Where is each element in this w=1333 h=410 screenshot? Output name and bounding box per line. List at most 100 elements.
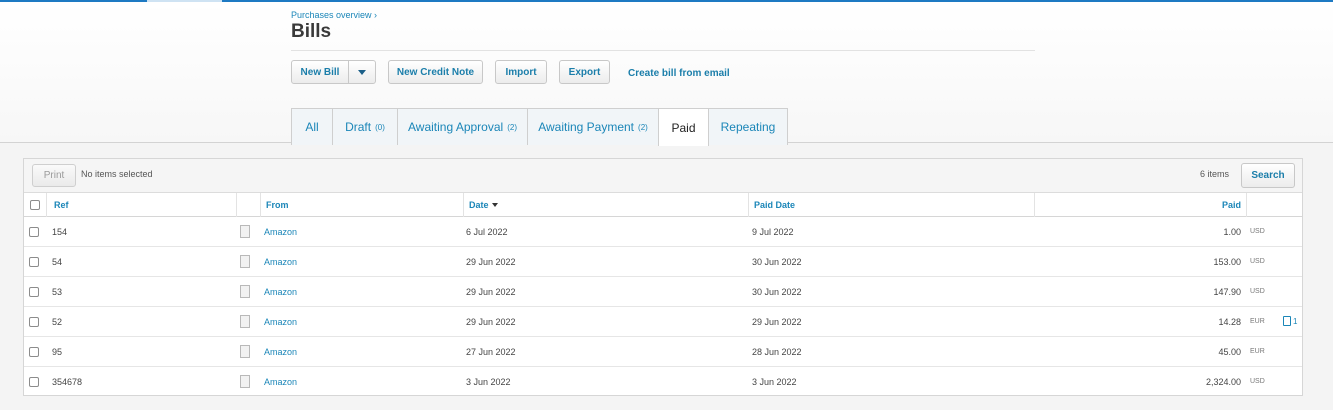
tab-count: (2) bbox=[638, 122, 648, 132]
document-icon bbox=[240, 375, 250, 388]
create-bill-from-email-link[interactable]: Create bill from email bbox=[628, 68, 730, 79]
row-from-link[interactable]: Amazon bbox=[264, 337, 297, 366]
column-header-from[interactable]: From bbox=[266, 193, 289, 217]
tab-awaiting-approval[interactable]: Awaiting Approval (2) bbox=[397, 108, 528, 145]
breadcrumb-purchases-overview[interactable]: Purchases overview › bbox=[291, 10, 377, 20]
attachment-indicator[interactable]: 1 bbox=[1283, 316, 1297, 326]
bills-list-panel: Print No items selected 6 items Search R… bbox=[23, 158, 1303, 396]
row-currency: USD bbox=[1250, 228, 1265, 235]
tab-label: Repeating bbox=[720, 120, 776, 134]
row-currency: USD bbox=[1250, 378, 1265, 385]
row-paid-date: 9 Jul 2022 bbox=[752, 226, 794, 237]
page-title: Bills bbox=[291, 21, 332, 42]
column-divider bbox=[260, 193, 261, 217]
row-date: 29 Jun 2022 bbox=[466, 316, 516, 327]
import-button[interactable]: Import bbox=[495, 60, 547, 84]
row-checkbox[interactable] bbox=[29, 227, 39, 237]
title-divider bbox=[291, 50, 1035, 51]
row-paid-amount: 147.90 bbox=[1213, 286, 1241, 297]
tab-draft[interactable]: Draft (0) bbox=[332, 108, 398, 145]
new-bill-button[interactable]: New Bill bbox=[291, 60, 349, 84]
search-button[interactable]: Search bbox=[1241, 163, 1295, 188]
tab-paid[interactable]: Paid bbox=[658, 108, 709, 146]
tab-label: Draft bbox=[345, 120, 372, 134]
row-from-link[interactable]: Amazon bbox=[264, 367, 297, 396]
row-paid-date: 28 Jun 2022 bbox=[752, 346, 802, 357]
tab-label: All bbox=[305, 120, 319, 134]
table-row[interactable]: 95 Amazon 27 Jun 2022 28 Jun 2022 45.00 … bbox=[24, 337, 1302, 367]
export-button[interactable]: Export bbox=[559, 60, 610, 84]
row-date: 29 Jun 2022 bbox=[466, 256, 516, 267]
row-ref: 54 bbox=[52, 256, 63, 267]
row-currency: USD bbox=[1250, 288, 1265, 295]
table-row[interactable]: 53 Amazon 29 Jun 2022 30 Jun 2022 147.90… bbox=[24, 277, 1302, 307]
table-row[interactable]: 52 Amazon 29 Jun 2022 29 Jun 2022 14.28 … bbox=[24, 307, 1302, 337]
row-date: 29 Jun 2022 bbox=[466, 286, 516, 297]
row-from-link[interactable]: Amazon bbox=[264, 247, 297, 276]
tab-label: Awaiting Payment bbox=[538, 120, 635, 134]
row-ref: 354678 bbox=[52, 376, 83, 387]
column-divider bbox=[748, 193, 749, 217]
row-paid-date: 30 Jun 2022 bbox=[752, 286, 802, 297]
tab-count: (0) bbox=[375, 122, 385, 132]
row-from-link[interactable]: Amazon bbox=[264, 217, 297, 246]
item-count: 6 items bbox=[1200, 169, 1230, 179]
list-toolbar: Print No items selected 6 items Search bbox=[24, 159, 1302, 193]
table-row[interactable]: 54 Amazon 29 Jun 2022 30 Jun 2022 153.00… bbox=[24, 247, 1302, 277]
row-paid-amount: 1.00 bbox=[1223, 226, 1241, 237]
selection-status: No items selected bbox=[81, 169, 153, 179]
column-header-date[interactable]: Date bbox=[469, 193, 498, 217]
column-header-paid[interactable]: Paid bbox=[1034, 193, 1241, 217]
row-paid-amount: 45.00 bbox=[1218, 346, 1241, 357]
row-paid-date: 29 Jun 2022 bbox=[752, 316, 802, 327]
document-icon bbox=[240, 315, 250, 328]
new-bill-dropdown-button[interactable] bbox=[348, 60, 376, 84]
new-credit-note-button[interactable]: New Credit Note bbox=[388, 60, 483, 84]
table-row[interactable]: 154 Amazon 6 Jul 2022 9 Jul 2022 1.00 US… bbox=[24, 217, 1302, 247]
row-checkbox[interactable] bbox=[29, 347, 39, 357]
row-ref: 52 bbox=[52, 316, 63, 327]
tab-label: Awaiting Approval bbox=[408, 120, 504, 134]
row-paid-date: 30 Jun 2022 bbox=[752, 256, 802, 267]
row-from-link[interactable]: Amazon bbox=[264, 307, 297, 336]
table-row[interactable]: 354678 Amazon 3 Jun 2022 3 Jun 2022 2,32… bbox=[24, 367, 1302, 397]
tab-awaiting-payment[interactable]: Awaiting Payment (2) bbox=[527, 108, 659, 145]
row-from-link[interactable]: Amazon bbox=[264, 277, 297, 306]
row-ref: 154 bbox=[52, 226, 68, 237]
row-paid-date: 3 Jun 2022 bbox=[752, 376, 797, 387]
table-header: Ref From Date Paid Date Paid bbox=[24, 193, 1302, 217]
column-divider bbox=[1246, 193, 1247, 217]
row-ref: 53 bbox=[52, 286, 63, 297]
column-header-date-label: Date bbox=[469, 200, 489, 210]
row-paid-amount: 2,324.00 bbox=[1205, 376, 1241, 387]
tab-repeating[interactable]: Repeating bbox=[708, 108, 788, 145]
row-checkbox[interactable] bbox=[29, 257, 39, 267]
row-currency: EUR bbox=[1250, 348, 1265, 355]
row-checkbox[interactable] bbox=[29, 377, 39, 387]
row-checkbox[interactable] bbox=[29, 287, 39, 297]
row-checkbox[interactable] bbox=[29, 317, 39, 327]
row-currency: EUR bbox=[1250, 318, 1265, 325]
column-header-paid-date[interactable]: Paid Date bbox=[754, 193, 795, 217]
document-icon bbox=[240, 225, 250, 238]
column-divider bbox=[236, 193, 237, 217]
tab-label: Paid bbox=[671, 120, 696, 135]
row-paid-amount: 14.28 bbox=[1218, 316, 1241, 327]
attachment-icon bbox=[1283, 316, 1291, 326]
column-divider bbox=[46, 193, 47, 217]
sort-descending-icon bbox=[491, 203, 498, 207]
attachment-count: 1 bbox=[1293, 316, 1298, 326]
page-header: Purchases overview › Bills New Bill New … bbox=[0, 2, 1333, 146]
caret-down-icon bbox=[358, 69, 366, 75]
print-button[interactable]: Print bbox=[32, 164, 76, 187]
row-date: 3 Jun 2022 bbox=[466, 376, 511, 387]
document-icon bbox=[240, 345, 250, 358]
row-paid-amount: 153.00 bbox=[1213, 256, 1241, 267]
tab-all[interactable]: All bbox=[291, 108, 333, 145]
select-all-checkbox[interactable] bbox=[30, 200, 40, 210]
row-currency: USD bbox=[1250, 258, 1265, 265]
document-icon bbox=[240, 255, 250, 268]
column-header-ref[interactable]: Ref bbox=[54, 193, 69, 217]
tab-count: (2) bbox=[507, 122, 517, 132]
row-date: 6 Jul 2022 bbox=[466, 226, 508, 237]
